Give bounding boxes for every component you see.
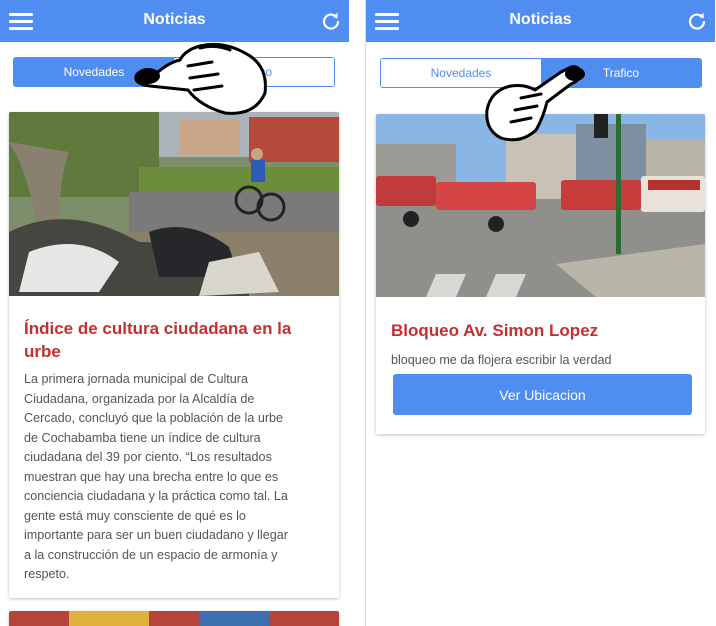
page-title: Noticias (143, 11, 206, 28)
refresh-icon[interactable] (321, 11, 341, 31)
news-body: La primera jornada municipal de Cultura … (24, 372, 288, 581)
news-card[interactable]: Índice de cultura ciudadana en la urbe L… (9, 112, 339, 598)
news-title: Índice de cultura ciudadana en la urbe (24, 319, 292, 361)
right-screen: Noticias Novedades Trafico Bloqueo Av. S… (365, 0, 715, 626)
refresh-icon[interactable] (687, 11, 707, 31)
news-image-next (9, 611, 339, 626)
ver-ubicacion-button[interactable]: Ver Ubicacion (393, 374, 692, 415)
news-card-next[interactable] (9, 611, 339, 626)
top-navbar: Noticias (0, 0, 349, 42)
traffic-body: bloqueo me da flojera escribir la verdad (391, 353, 612, 367)
tab-novedades[interactable]: Novedades (381, 59, 541, 87)
tab-trafico[interactable]: Trafico (174, 58, 334, 86)
screen-divider (349, 0, 365, 626)
page-title: Noticias (509, 11, 572, 28)
tab-segment: Novedades Trafico (380, 58, 702, 88)
traffic-card[interactable]: Bloqueo Av. Simon Lopez bloqueo me da fl… (376, 114, 705, 434)
traffic-image (376, 114, 705, 297)
news-image (9, 112, 339, 296)
tab-novedades[interactable]: Novedades (14, 58, 174, 86)
traffic-title: Bloqueo Av. Simon Lopez (391, 321, 599, 340)
left-screen: Noticias Novedades Trafico Índice de cul… (0, 0, 349, 626)
tab-trafico[interactable]: Trafico (541, 59, 701, 87)
top-navbar: Noticias (366, 0, 715, 42)
tab-segment: Novedades Trafico (13, 57, 335, 87)
